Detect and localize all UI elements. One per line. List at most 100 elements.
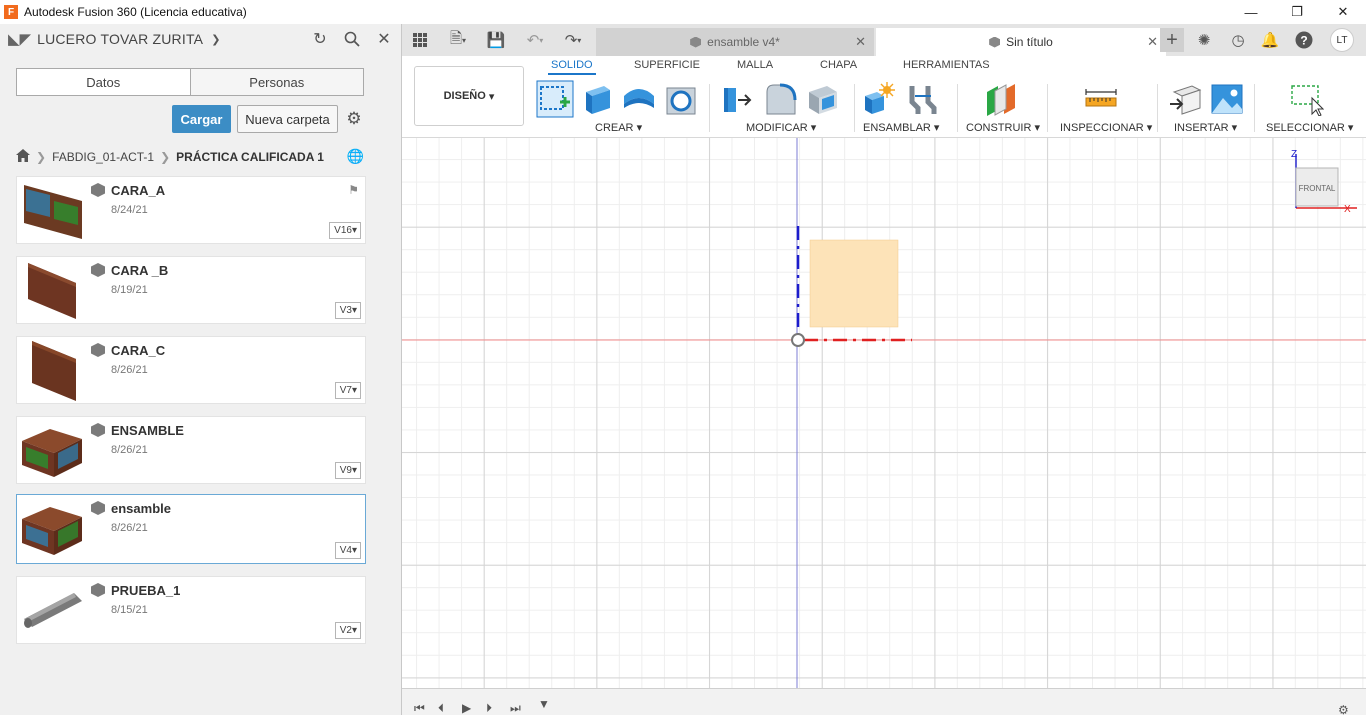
- file-date: 8/24/21: [111, 204, 148, 216]
- file-date: 8/26/21: [111, 444, 148, 456]
- tab-personas[interactable]: Personas: [189, 69, 363, 95]
- fillet-icon[interactable]: [764, 82, 798, 116]
- notifications-bell-icon[interactable]: 🔔: [1260, 30, 1280, 50]
- version-dropdown[interactable]: V4 ▾: [334, 542, 361, 559]
- timeline-first-icon[interactable]: ⏮: [414, 701, 425, 716]
- search-icon[interactable]: [341, 28, 363, 50]
- insert-derive-icon[interactable]: [1168, 82, 1202, 116]
- file-card-ensamble-lower[interactable]: ensamble 8/26/21 V4 ▾: [16, 494, 366, 564]
- tab-malla[interactable]: MALLA: [737, 59, 773, 71]
- user-avatar[interactable]: LT: [1330, 28, 1354, 52]
- design-file-icon: [91, 183, 105, 197]
- sketch-profile-rectangle[interactable]: [809, 239, 899, 328]
- offset-plane-icon[interactable]: [984, 82, 1018, 116]
- close-window-button[interactable]: ✕: [1320, 0, 1366, 24]
- file-name: PRUEBA_1: [111, 583, 181, 598]
- extensions-icon[interactable]: ✺: [1194, 30, 1214, 50]
- design-file-icon: [91, 583, 105, 597]
- canvas-overlay: FRONTAL Z X: [402, 138, 1366, 688]
- tab-solido[interactable]: SOLIDO: [548, 59, 596, 75]
- new-component-icon[interactable]: [862, 82, 896, 116]
- version-dropdown[interactable]: V7 ▾: [334, 382, 361, 399]
- help-icon[interactable]: ?: [1294, 30, 1314, 50]
- timeline-marker-icon[interactable]: ▼: [538, 697, 550, 711]
- refresh-icon[interactable]: ↻: [309, 28, 331, 50]
- window-select-icon[interactable]: [1290, 82, 1324, 116]
- version-dropdown[interactable]: V2 ▾: [334, 622, 361, 639]
- gear-icon[interactable]: ⚙: [344, 109, 364, 129]
- file-menu-icon[interactable]: 🗎 ▾: [444, 30, 472, 50]
- chevron-down-icon[interactable]: ❯: [211, 33, 220, 46]
- workspace-switcher[interactable]: DISEÑO ▾: [414, 66, 524, 126]
- insert-menu[interactable]: INSERTAR ▾: [1174, 121, 1237, 134]
- tab-herramientas[interactable]: HERRAMIENTAS: [903, 59, 990, 71]
- undo-icon[interactable]: ↶ ▾: [520, 30, 550, 50]
- version-dropdown[interactable]: V3 ▾: [334, 302, 361, 319]
- breadcrumb-project[interactable]: FABDIG_01-ACT-1: [52, 150, 154, 164]
- timeline-play-icon[interactable]: ▶: [462, 701, 471, 715]
- thumbnail-cara-b: [28, 263, 76, 319]
- revolve-icon[interactable]: [622, 82, 656, 116]
- minimize-button[interactable]: —: [1228, 0, 1274, 24]
- timeline-prev-icon[interactable]: ⏴: [438, 701, 444, 716]
- modify-menu[interactable]: MODIFICAR ▾: [746, 121, 816, 134]
- ribbon-toolbar: DISEÑO ▾ SOLIDO SUPERFICIE MALLA CHAPA H…: [402, 56, 1366, 138]
- upload-button[interactable]: Cargar: [172, 105, 231, 133]
- new-folder-button[interactable]: Nueva carpeta: [237, 105, 338, 133]
- globe-icon[interactable]: 🌐: [347, 148, 364, 165]
- design-file-icon: [989, 36, 1001, 48]
- origin-point-icon[interactable]: [791, 333, 805, 347]
- file-card-ensamble-upper[interactable]: ENSAMBLE 8/26/21 V9 ▾: [16, 416, 366, 484]
- timeline-last-icon[interactable]: ⏭: [510, 701, 521, 716]
- viewcube[interactable]: FRONTAL Z X: [1291, 149, 1357, 215]
- construct-menu[interactable]: CONSTRUIR ▾: [966, 121, 1040, 134]
- shell-icon[interactable]: [806, 82, 840, 116]
- job-status-clock-icon[interactable]: ◷: [1228, 30, 1248, 50]
- file-date: 8/19/21: [111, 284, 148, 296]
- data-panel-tabs: Datos Personas: [16, 68, 364, 96]
- tab-sin-titulo[interactable]: Sin título ✕: [876, 28, 1166, 56]
- file-card-cara-c[interactable]: CARA_C 8/26/21 V7 ▾: [16, 336, 366, 404]
- thumbnail-prueba-1: [24, 593, 82, 628]
- user-hub-name[interactable]: LUCERO TOVAR ZURITA: [37, 31, 203, 47]
- tab-chapa[interactable]: CHAPA: [820, 59, 857, 71]
- extrude-icon[interactable]: [580, 82, 614, 116]
- close-tab-icon[interactable]: ✕: [1147, 34, 1158, 50]
- grid-menu-icon[interactable]: [410, 30, 430, 50]
- save-icon[interactable]: 💾: [486, 30, 506, 50]
- assemble-menu[interactable]: ENSAMBLAR ▾: [863, 121, 939, 134]
- measure-icon[interactable]: [1084, 82, 1118, 116]
- file-card-prueba-1[interactable]: PRUEBA_1 8/15/21 V2 ▾: [16, 576, 366, 644]
- new-tab-plus-icon[interactable]: +: [1160, 28, 1184, 52]
- file-card-cara-a[interactable]: CARA_A 8/24/21 ⚑ V16 ▾: [16, 176, 366, 244]
- hole-icon[interactable]: [664, 82, 698, 116]
- insert-image-icon[interactable]: [1210, 82, 1244, 116]
- inspect-menu[interactable]: INSPECCIONAR ▾: [1060, 121, 1152, 134]
- design-file-icon: [91, 343, 105, 357]
- file-date: 8/26/21: [111, 364, 148, 376]
- thumbnail-ensamble: [22, 429, 82, 477]
- tab-superficie[interactable]: SUPERFICIE: [634, 59, 700, 71]
- press-pull-icon[interactable]: [720, 82, 754, 116]
- home-icon[interactable]: [16, 149, 30, 165]
- close-panel-icon[interactable]: ✕: [373, 28, 395, 50]
- version-dropdown[interactable]: V9 ▾: [334, 462, 361, 479]
- redo-icon[interactable]: ↷ ▾: [558, 30, 588, 50]
- breadcrumb-folder[interactable]: PRÁCTICA CALIFICADA 1: [176, 150, 324, 164]
- tab-datos[interactable]: Datos: [17, 69, 190, 95]
- flag-icon[interactable]: ⚑: [348, 183, 359, 197]
- thumbnail-cara-c: [32, 341, 76, 401]
- joint-icon[interactable]: [906, 82, 940, 116]
- design-canvas[interactable]: FRONTAL Z X: [402, 138, 1366, 688]
- hub-icon[interactable]: ◣◤: [8, 30, 31, 48]
- restore-button[interactable]: ❐: [1274, 0, 1320, 24]
- close-tab-icon[interactable]: ✕: [855, 34, 866, 50]
- version-dropdown[interactable]: V16 ▾: [329, 222, 361, 239]
- create-menu[interactable]: CREAR ▾: [595, 121, 642, 134]
- file-card-cara-b[interactable]: CARA _B 8/19/21 V3 ▾: [16, 256, 366, 324]
- document-tab-bar: 🗎 ▾ 💾 ↶ ▾ ↷ ▾ ensamble v4* ✕ Sin título ✕ +…: [402, 24, 1366, 56]
- select-menu[interactable]: SELECCIONAR ▾: [1266, 121, 1353, 134]
- timeline-next-icon[interactable]: ⏵: [486, 701, 492, 716]
- tab-ensamble-v4[interactable]: ensamble v4* ✕: [596, 28, 874, 56]
- create-sketch-icon[interactable]: [536, 80, 574, 118]
